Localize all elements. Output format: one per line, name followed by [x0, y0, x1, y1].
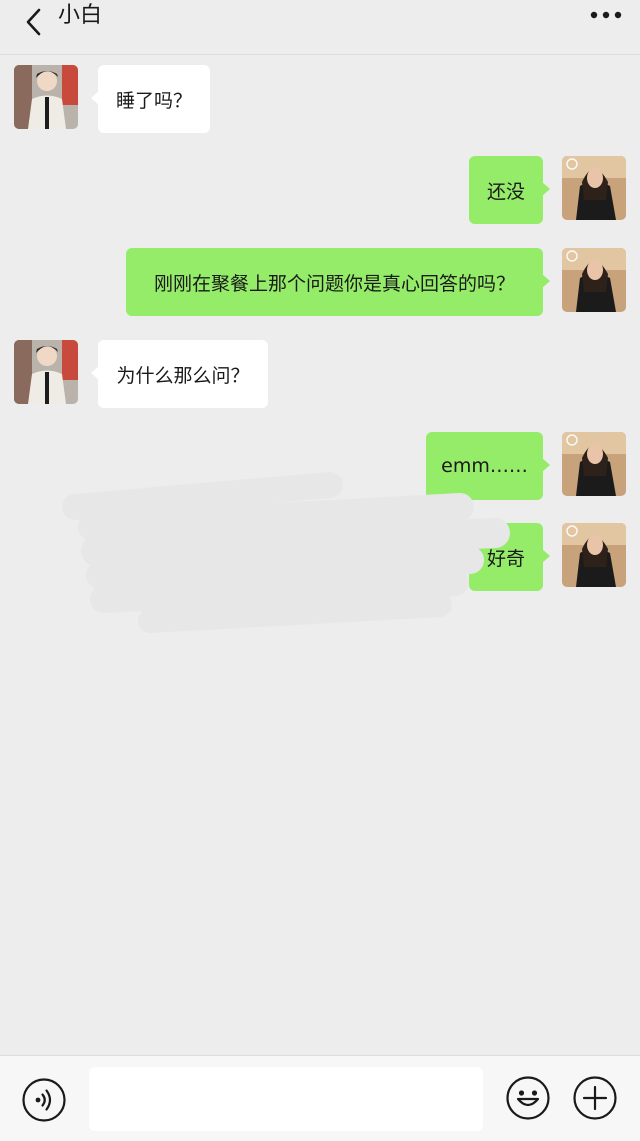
- message-text: 为什么那么问？: [116, 364, 250, 387]
- message-text: 睡了吗？: [115, 89, 192, 112]
- message-list[interactable]: 睡了吗？ 还没 刚刚在聚餐上那个问题你是真心回答的吗？ 为什么那么问？ emm……: [0, 55, 640, 1055]
- message-text: emm……: [441, 455, 528, 477]
- chat-title: 小白: [58, 3, 103, 28]
- voice-button[interactable]: [21, 1077, 67, 1127]
- more-functions-button[interactable]: [572, 1075, 618, 1125]
- message-bubble-received[interactable]: 睡了吗？: [91, 65, 210, 133]
- message-bubble-sent[interactable]: 还没: [469, 156, 550, 224]
- more-button[interactable]: [584, 0, 628, 30]
- more-horizontal-icon: [590, 11, 622, 19]
- message-bubble-sent[interactable]: 好奇: [469, 523, 550, 591]
- chevron-left-icon: [26, 8, 41, 36]
- redaction-scribble: [62, 472, 510, 633]
- back-button[interactable]: [14, 2, 54, 42]
- emoji-button[interactable]: [505, 1075, 551, 1125]
- message-bubble-received[interactable]: 为什么那么问？: [91, 340, 268, 408]
- contact-avatar[interactable]: [14, 65, 78, 129]
- emoji-icon: [506, 1076, 550, 1120]
- message-input[interactable]: [89, 1067, 483, 1131]
- message-bubble-sent[interactable]: 刚刚在聚餐上那个问题你是真心回答的吗？: [126, 248, 550, 316]
- my-avatar[interactable]: [562, 248, 626, 312]
- message-text: 还没: [486, 180, 525, 203]
- voice-icon: [22, 1078, 66, 1122]
- contact-avatar[interactable]: [14, 340, 78, 404]
- chat-window: 小白 睡了吗？ 还没 刚刚在聚餐上那个问题你是真心回答的吗？ 为什么那么问？ e…: [0, 0, 640, 1141]
- plus-icon: [573, 1076, 617, 1120]
- message-text: 刚刚在聚餐上那个问题你是真心回答的吗？: [153, 272, 515, 295]
- message-bubble-sent[interactable]: emm……: [426, 432, 550, 500]
- my-avatar[interactable]: [562, 523, 626, 587]
- my-avatar[interactable]: [562, 432, 626, 496]
- chat-header: 小白: [0, 0, 640, 55]
- message-text: 好奇: [486, 547, 525, 570]
- input-bar: [0, 1055, 640, 1141]
- my-avatar[interactable]: [562, 156, 626, 220]
